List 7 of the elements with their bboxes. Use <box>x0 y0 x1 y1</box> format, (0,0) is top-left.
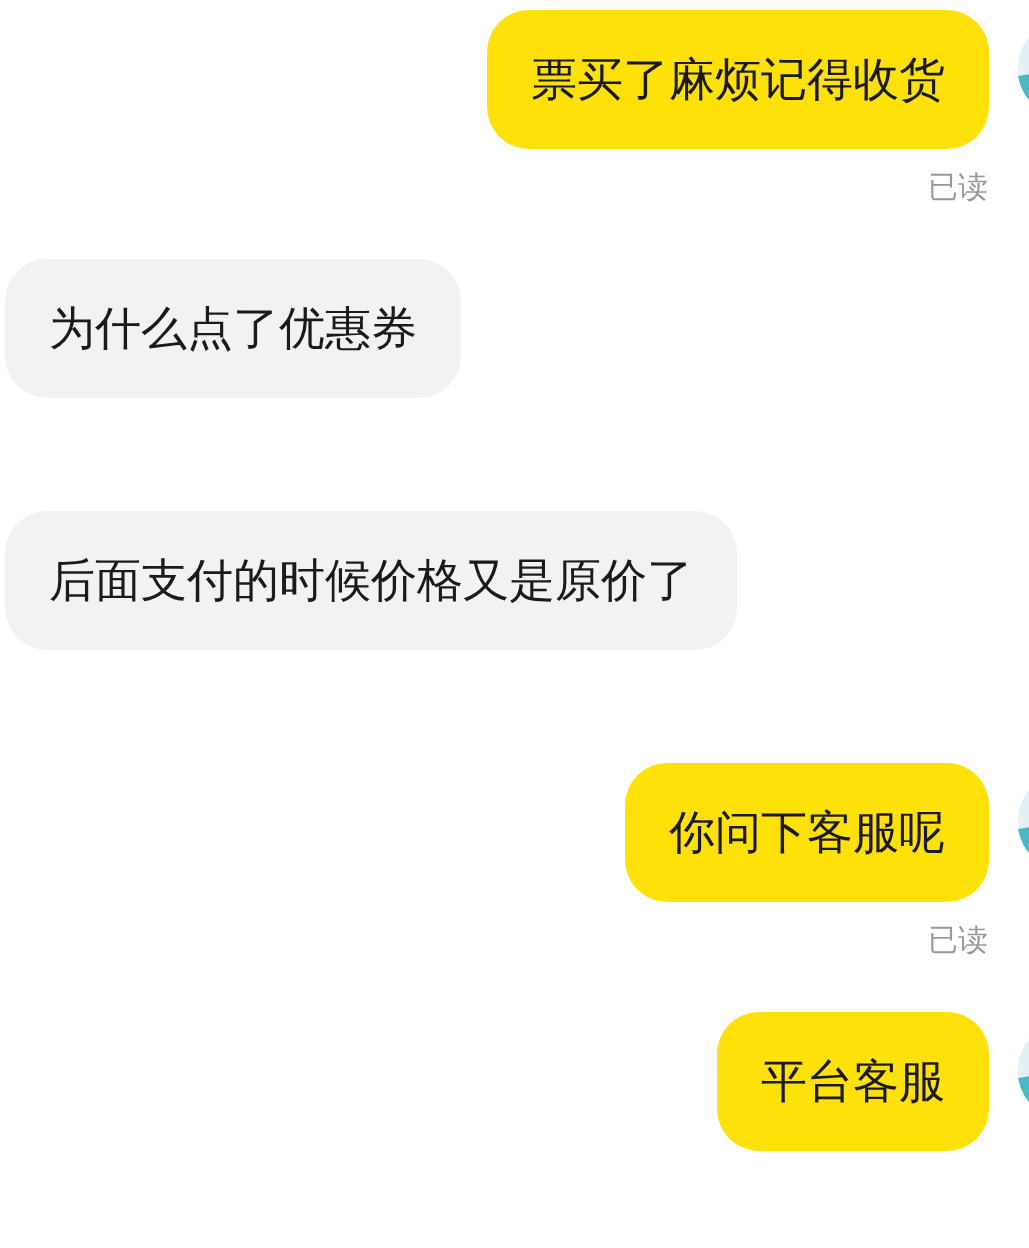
message-bubble: 票买了麻烦记得收货 <box>487 10 989 149</box>
message-bubble: 平台客服 <box>717 1012 989 1151</box>
read-receipt: 已读 <box>928 922 988 957</box>
message-bubble: 你问下客服呢 <box>625 763 989 902</box>
read-receipt: 已读 <box>928 169 988 204</box>
message-bubble: 为什么点了优惠券 <box>5 259 461 398</box>
message-bubble: 后面支付的时候价格又是原价了 <box>5 511 737 650</box>
